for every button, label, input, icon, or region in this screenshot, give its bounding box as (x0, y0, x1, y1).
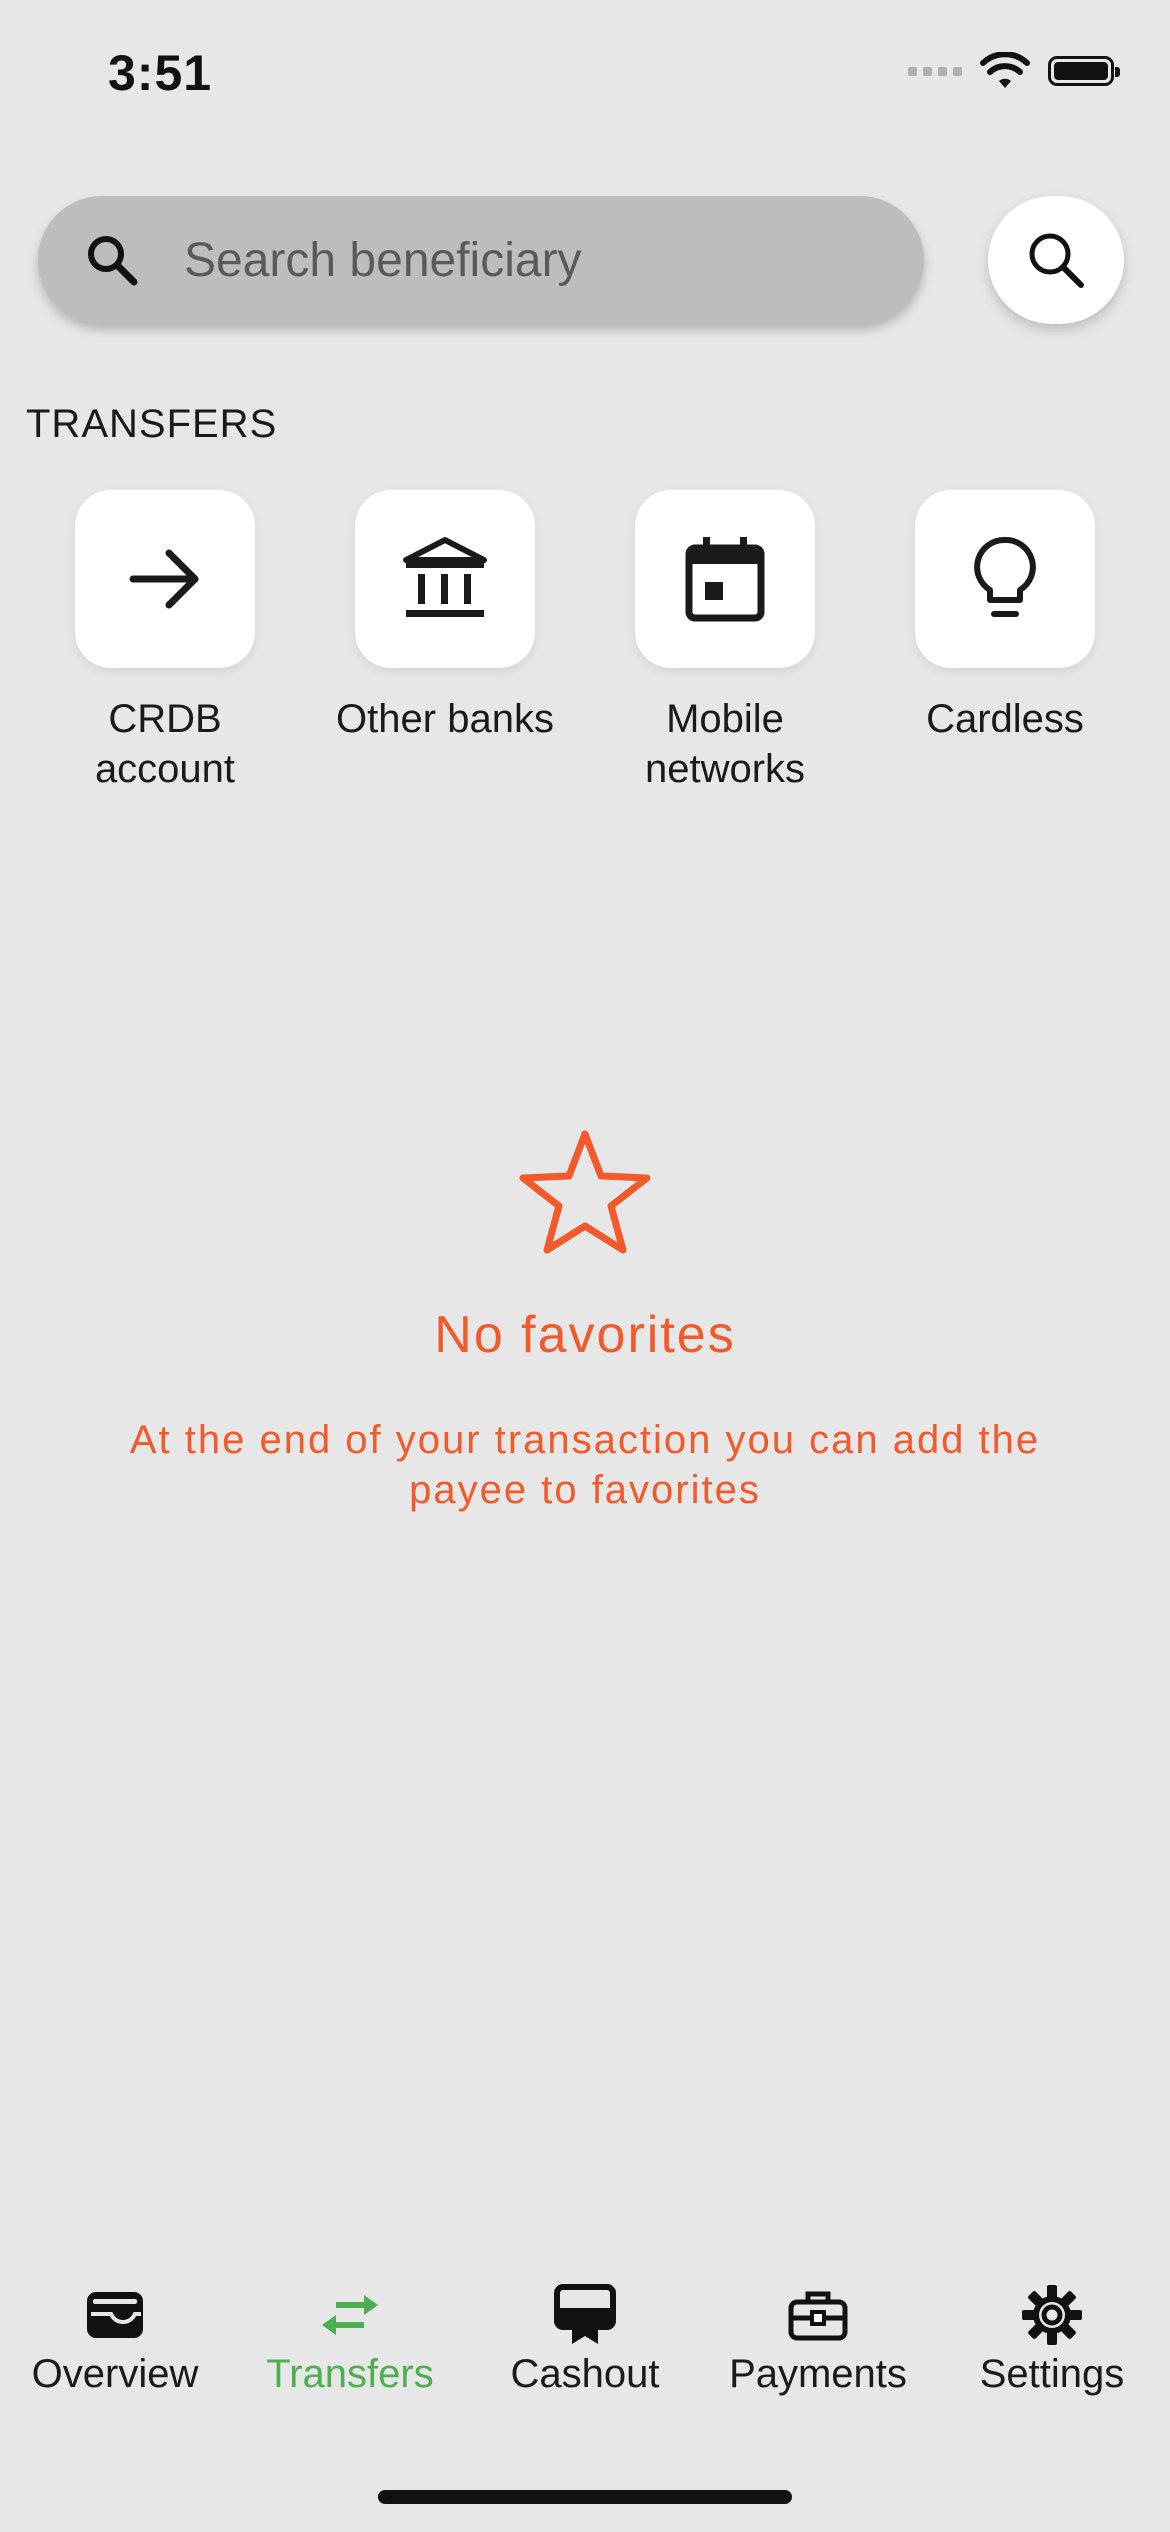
nav-label: Transfers (266, 2352, 434, 2396)
battery-icon (1048, 56, 1120, 86)
tile-icon-box[interactable] (75, 490, 255, 668)
status-bar: 3:51 (0, 0, 1170, 150)
bank-icon (403, 537, 487, 617)
wifi-icon (980, 52, 1030, 88)
tile-icon-box[interactable] (355, 490, 535, 668)
tile-label: Mobile networks (644, 697, 806, 791)
gear-icon (1017, 2280, 1087, 2350)
nav-transfers[interactable]: Transfers (235, 2280, 465, 2397)
cashout-icon (550, 2280, 620, 2350)
empty-description: At the end of your transaction you can a… (129, 1418, 1041, 1512)
section-title-transfers: TRANSFERS (26, 402, 278, 446)
tile-cardless[interactable]: Cardless (865, 490, 1145, 744)
star-outline-icon (519, 1130, 651, 1254)
nav-label: Settings (979, 2352, 1125, 2396)
nav-label: Payments (729, 2352, 907, 2396)
cellular-signal-icon (908, 66, 962, 76)
tile-icon-box[interactable] (915, 490, 1095, 668)
nav-cashout[interactable]: Cashout (470, 2280, 700, 2397)
empty-title: No favorites (434, 1306, 736, 1364)
search-icon (82, 230, 142, 290)
nav-payments[interactable]: Payments (703, 2280, 933, 2397)
search-bar[interactable] (38, 196, 924, 324)
lightbulb-icon (974, 536, 1036, 617)
wallet-icon (80, 2280, 150, 2350)
transfer-arrows-icon (315, 2280, 385, 2350)
tile-label: Other banks (336, 697, 554, 741)
nav-label: Cashout (510, 2352, 660, 2396)
status-indicators (908, 52, 1120, 90)
search-input[interactable] (182, 231, 886, 289)
tile-mobile-networks[interactable]: Mobile networks (585, 490, 865, 794)
bottom-navigation: Overview Transfers Cashout Payments Sett… (0, 2280, 1170, 2430)
search-button[interactable] (988, 196, 1124, 324)
tile-crdb-account[interactable]: CRDB account (25, 490, 305, 794)
status-time: 3:51 (108, 45, 213, 101)
tile-label: Cardless (926, 697, 1084, 741)
calendar-icon (685, 537, 765, 622)
briefcase-icon (783, 2280, 853, 2350)
home-indicator (378, 2490, 792, 2504)
tile-other-banks[interactable]: Other banks (305, 490, 585, 744)
tile-label: CRDB account (94, 697, 236, 791)
search-icon (1029, 233, 1084, 288)
empty-favorites: No favorites At the end of your transact… (0, 1128, 1170, 1515)
nav-overview[interactable]: Overview (0, 2280, 230, 2397)
nav-settings[interactable]: Settings (937, 2280, 1167, 2397)
arrow-right-icon (129, 549, 199, 609)
nav-label: Overview (31, 2352, 199, 2396)
tile-icon-box[interactable] (635, 490, 815, 668)
